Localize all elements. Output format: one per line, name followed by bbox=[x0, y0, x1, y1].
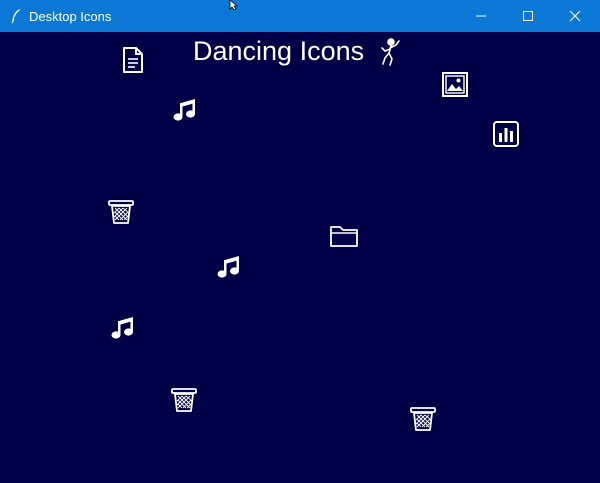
document-icon[interactable] bbox=[121, 46, 145, 74]
title-bar[interactable]: Desktop Icons bbox=[0, 0, 600, 32]
mouse-cursor-icon bbox=[229, 0, 239, 10]
folder-icon[interactable] bbox=[329, 223, 359, 249]
maximize-button[interactable] bbox=[505, 0, 551, 32]
trash-icon[interactable] bbox=[170, 386, 198, 414]
dance-canvas bbox=[0, 32, 600, 483]
feather-icon bbox=[11, 9, 20, 24]
page-title: Dancing Icons bbox=[193, 36, 365, 66]
dancer-icon bbox=[381, 38, 400, 66]
music-note-icon[interactable] bbox=[110, 315, 136, 341]
music-note-icon[interactable] bbox=[172, 97, 198, 123]
minimize-icon bbox=[476, 15, 486, 17]
close-button[interactable] bbox=[552, 0, 598, 32]
music-note-icon[interactable] bbox=[216, 254, 242, 280]
maximize-icon bbox=[523, 11, 533, 21]
minimize-button[interactable] bbox=[458, 0, 504, 32]
close-icon bbox=[569, 10, 581, 22]
trash-icon[interactable] bbox=[409, 405, 437, 433]
trash-icon[interactable] bbox=[107, 198, 135, 226]
app-window: Desktop Icons Dancing Icons bbox=[0, 0, 600, 483]
bar-chart-icon[interactable] bbox=[492, 120, 520, 148]
window-title: Desktop Icons bbox=[29, 9, 112, 24]
image-icon[interactable] bbox=[441, 71, 469, 98]
